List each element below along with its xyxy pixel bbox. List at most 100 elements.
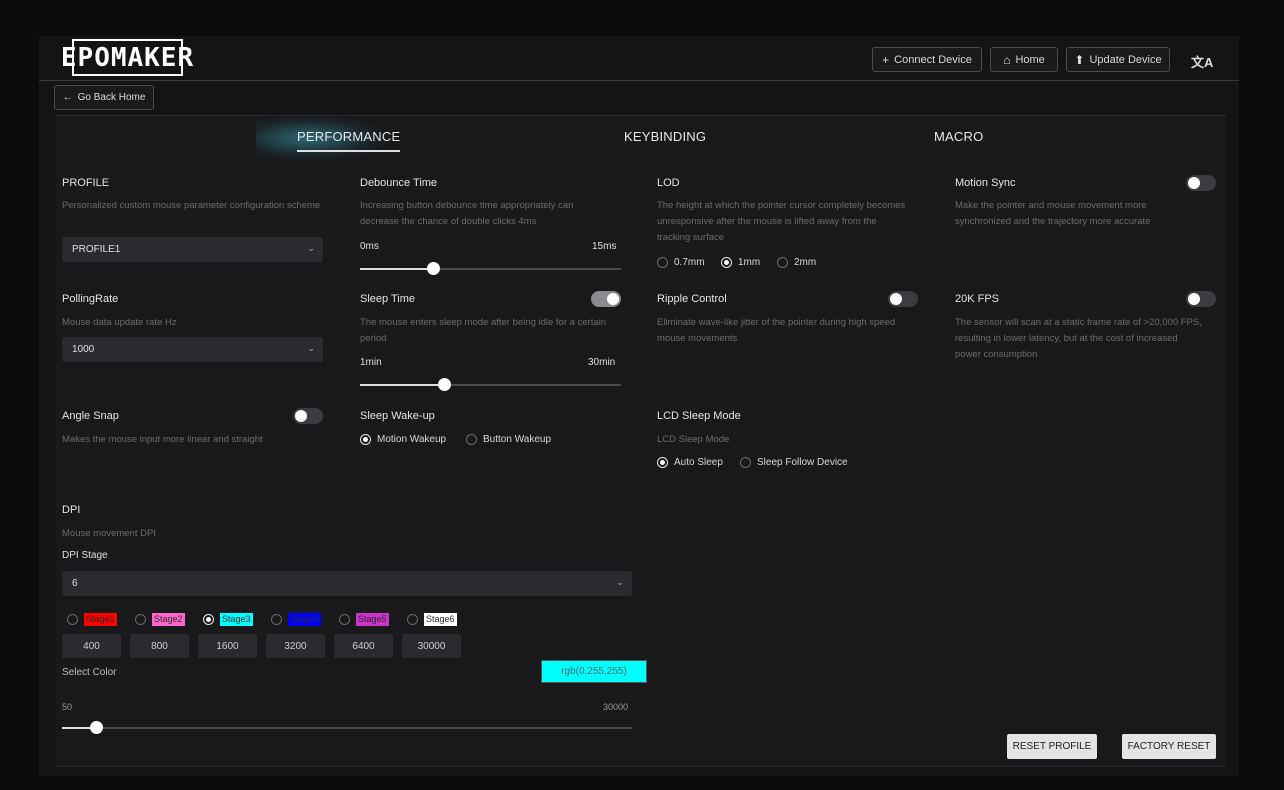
sleep-time-toggle[interactable] [591,291,621,307]
lod-option-1[interactable]: 1mm [721,257,760,268]
dpi-stage-radio[interactable] [135,614,146,625]
plus-icon: + [882,52,890,67]
sleep-min-label: 1min [360,357,382,368]
app-window: EPOMAKER + Connect Device ⌂ Home ⬆ Updat… [39,36,1239,776]
home-button[interactable]: ⌂ Home [990,47,1058,72]
stage-color-chip: Stage1 [84,613,117,626]
tab-performance[interactable]: PERFORMANCE [297,129,401,152]
dpi-value-input-1[interactable]: 400 [62,634,121,658]
debounce-min-label: 0ms [360,241,379,252]
tab-macro[interactable]: MACRO [934,129,983,144]
motion-sync-desc: Make the pointer and mouse movement more… [955,200,1151,227]
button-wakeup-radio[interactable] [466,434,477,445]
debounce-slider[interactable] [360,262,621,275]
dpi-stage-radio[interactable] [407,614,418,625]
update-device-button[interactable]: ⬆ Update Device [1066,47,1170,72]
angle-snap-title: Angle Snap [62,410,119,422]
dpi-stage-5[interactable]: Stage5 [339,613,389,626]
angle-snap-desc: Makes the mouse input more linear and st… [62,434,263,445]
sleep-slider-handle[interactable] [437,378,451,391]
motion-wakeup-label: Motion Wakeup [377,434,447,445]
dpi-value-input-4[interactable]: 3200 [266,634,325,658]
epomaker-logo: EPOMAKER [61,39,193,76]
ripple-title: Ripple Control [657,293,727,305]
logo-text: EPOMAKER [60,42,195,73]
dpi-value-input-6[interactable]: 30000 [402,634,461,658]
dpi-stage-select[interactable]: 6 ⌄ [62,571,632,596]
stage-color-chip: Stage3 [220,613,253,626]
ripple-control-toggle[interactable] [888,291,918,307]
sleep-time-title: Sleep Time [360,293,416,305]
lod-title: LOD [657,177,680,189]
lcd-sleep-desc: LCD Sleep Mode [657,434,730,445]
polling-rate-select[interactable]: 1000 ⌄ [62,337,323,362]
dpi-value-input-3[interactable]: 1600 [198,634,257,658]
dpi-slider-handle[interactable] [90,721,104,734]
button-wakeup-option[interactable]: Button Wakeup [466,434,551,445]
stage-color-chip: Stage6 [424,613,457,626]
dpi-stage-3[interactable]: Stage3 [203,613,253,626]
dpi-range-min-label: 50 [62,702,73,712]
dpi-stage-radio[interactable] [203,614,214,625]
dpi-stage-label: DPI Stage [62,550,108,561]
connect-device-label: Connect Device [894,53,972,66]
debounce-slider-handle[interactable] [427,262,441,275]
tab-keybinding[interactable]: KEYBINDING [624,129,706,144]
auto-sleep-label: Auto Sleep [674,457,723,468]
sleep-time-slider[interactable] [360,378,621,391]
fps20k-toggle[interactable] [1186,291,1216,307]
dpi-value-input-5[interactable]: 6400 [334,634,393,658]
reset-profile-button[interactable]: RESET PROFILE [1007,734,1097,759]
dpi-stage-6[interactable]: Stage6 [407,613,457,626]
select-color-label: Select Color [62,667,117,678]
chevron-down-icon: ⌄ [616,577,624,587]
fps20k-title: 20K FPS [955,293,1000,305]
home-label: Home [1015,53,1045,66]
dpi-stage-radio[interactable] [339,614,350,625]
factory-reset-button[interactable]: FACTORY RESET [1122,734,1216,759]
sleep-follow-device-option[interactable]: Sleep Follow Device [740,457,848,468]
motion-sync-title: Motion Sync [955,177,1016,189]
dpi-stage-radio[interactable] [271,614,282,625]
lod-radio-1[interactable] [721,257,732,268]
angle-snap-toggle[interactable] [293,408,323,424]
go-back-label: Go Back Home [77,92,146,103]
sleep-follow-device-radio[interactable] [740,457,751,468]
dpi-stage-4[interactable]: Stage4 [271,613,321,626]
motion-sync-toggle[interactable] [1186,175,1216,191]
home-icon: ⌂ [1003,52,1011,67]
motion-wakeup-radio[interactable] [360,434,371,445]
lod-radio-07[interactable] [657,257,668,268]
dpi-slider[interactable] [62,721,632,734]
motion-wakeup-option[interactable]: Motion Wakeup [360,434,446,445]
translate-icon[interactable]: 文A [1191,52,1213,71]
lod-option-07[interactable]: 0.7mm [657,257,705,268]
debounce-title: Debounce Time [360,177,438,189]
go-back-home-button[interactable]: ← Go Back Home [54,85,154,110]
connect-device-button[interactable]: + Connect Device [872,47,982,72]
auto-sleep-radio[interactable] [657,457,668,468]
dpi-stage-1[interactable]: Stage1 [67,613,117,626]
stage-color-chip: Stage4 [288,613,321,626]
profile-select[interactable]: PROFILE1 ⌄ [62,237,323,262]
lod-desc: The height at which the pointer cursor c… [657,200,906,243]
sleep-time-desc: The mouse enters sleep mode after being … [360,317,607,344]
button-wakeup-label: Button Wakeup [483,434,552,445]
polling-desc: Mouse data update rate Hz [62,317,177,328]
sleep-follow-device-label: Sleep Follow Device [757,457,848,468]
debounce-max-label: 15ms [592,241,617,252]
dpi-stage-2[interactable]: Stage2 [135,613,185,626]
dpi-value-input-2[interactable]: 800 [130,634,189,658]
stage-color-chip: Stage2 [152,613,185,626]
auto-sleep-option[interactable]: Auto Sleep [657,457,723,468]
update-device-label: Update Device [1089,53,1162,66]
upload-icon: ⬆ [1074,52,1085,67]
color-picker-button[interactable]: rgb(0,255,255) [541,660,647,683]
lod-option-2[interactable]: 2mm [777,257,816,268]
dpi-stage-radio[interactable] [67,614,78,625]
stage-color-chip: Stage5 [356,613,389,626]
dpi-title: DPI [62,504,81,516]
chevron-down-icon: ⌄ [307,243,315,253]
lod-radio-2[interactable] [777,257,788,268]
sleep-slider-fill [360,384,444,386]
